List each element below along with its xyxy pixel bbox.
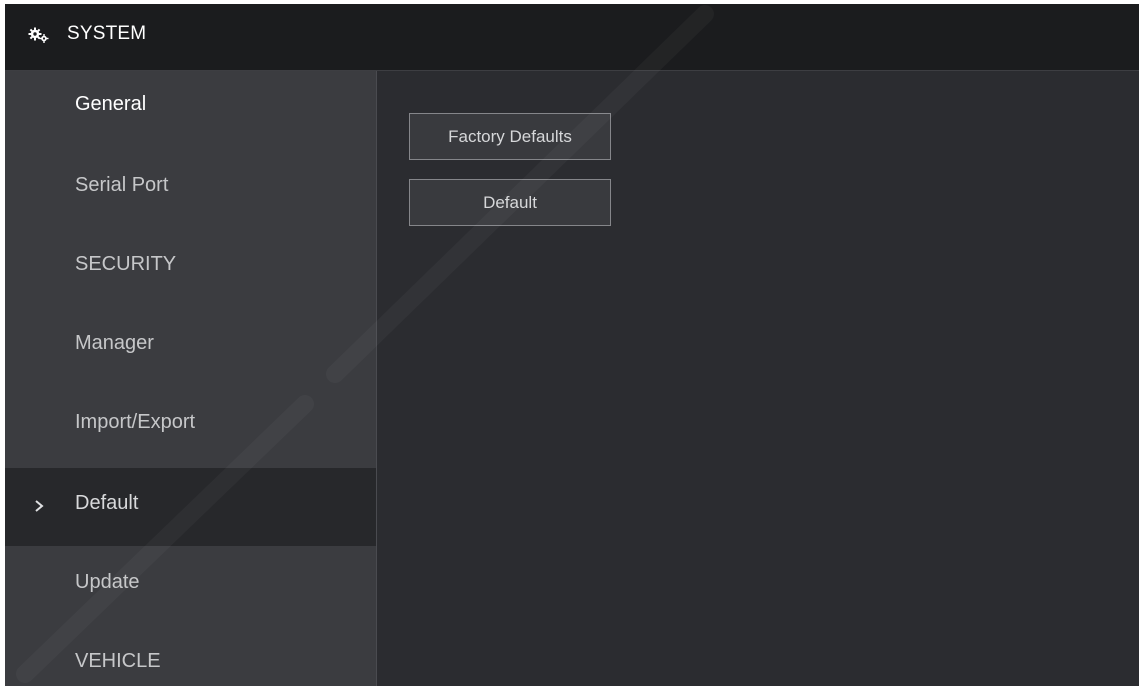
sidebar-menu: General Serial Port SECURITY Manager Imp…	[5, 71, 377, 686]
sidebar-item-serial-port[interactable]: Serial Port	[5, 150, 376, 228]
sidebar-item-manager[interactable]: Manager	[5, 308, 376, 386]
sidebar-item-label: Import/Export	[75, 411, 196, 433]
factory-defaults-button[interactable]: Factory Defaults	[409, 113, 611, 160]
page-title: SYSTEM	[67, 23, 147, 44]
sidebar-item-general[interactable]: General	[5, 71, 376, 149]
sidebar-item-vehicle[interactable]: VEHICLE	[5, 626, 376, 686]
sidebar-item-default[interactable]: Default	[5, 468, 376, 546]
sidebar-item-label: General	[75, 93, 147, 115]
sidebar-item-label: Serial Port	[75, 174, 169, 196]
default-button[interactable]: Default	[409, 179, 611, 226]
sidebar-item-label: Manager	[75, 332, 154, 354]
app-header: SYSTEM	[5, 4, 1139, 71]
chevron-right-icon	[35, 500, 44, 512]
sidebar-item-update[interactable]: Update	[5, 547, 376, 625]
sidebar-item-label: VEHICLE	[75, 650, 161, 672]
main-content: Factory Defaults Default	[377, 71, 1139, 686]
sidebar-item-import-export[interactable]: Import/Export	[5, 387, 376, 465]
sidebar-item-label: Update	[75, 571, 140, 593]
gears-icon	[28, 27, 49, 43]
sidebar-item-label: SECURITY	[75, 253, 177, 275]
sidebar-item-label: Default	[75, 492, 139, 514]
system-window: SYSTEM General Serial Port SECURITY Mana…	[5, 4, 1139, 686]
sidebar-item-security[interactable]: SECURITY	[5, 229, 376, 307]
